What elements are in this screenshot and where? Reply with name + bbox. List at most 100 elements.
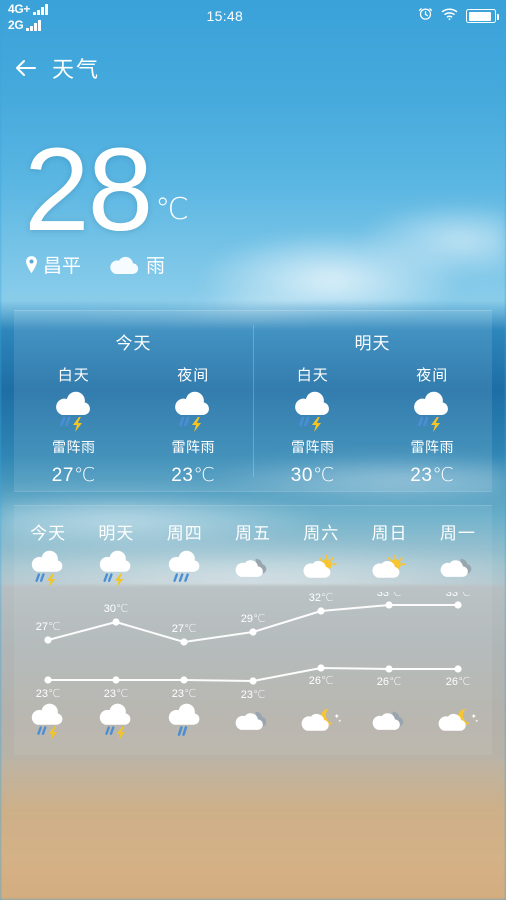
- sim1-status: 4G+: [8, 1, 48, 15]
- forecast-day-5[interactable]: 周日: [355, 506, 423, 590]
- tomorrow-section[interactable]: 明天 白天 雷阵雨 30℃ 夜间 雷阵雨 23℃: [253, 311, 492, 491]
- temperature-chart: 27℃ 30℃ 27℃ 29℃ 32℃ 33℃ 33℃ 23℃ 23℃ 23℃ …: [36, 592, 471, 701]
- chart-label-high-4: 32℃: [309, 592, 334, 604]
- day-label: 周一: [439, 524, 476, 543]
- chart-label-high-2: 27℃: [172, 623, 197, 635]
- thunderstorm-icon: [14, 548, 82, 590]
- wifi-icon: [441, 7, 458, 26]
- cloudy-icon: [219, 548, 287, 590]
- forecast-night-2[interactable]: [151, 698, 219, 746]
- chart-label-high-5: 33℃: [377, 592, 402, 599]
- forecast-day-3[interactable]: 周五: [219, 506, 287, 590]
- forecast-day-0[interactable]: 今天: [14, 506, 82, 590]
- period-condition: 雷阵雨: [410, 439, 454, 455]
- cloudy-icon: [219, 698, 287, 746]
- thunderstorm-icon: [82, 548, 150, 590]
- forecast-night-0[interactable]: [14, 698, 82, 746]
- today-night-column: 夜间 雷阵雨 23℃: [134, 364, 254, 487]
- current-temperature-block: 28 ℃: [0, 124, 506, 256]
- weekly-forecast-card: 今天 明天 周四 周五 周六 周日 周一 27℃ 30℃ 27℃ 29℃ 32℃…: [14, 505, 492, 755]
- thunderstorm-icon: [253, 389, 373, 435]
- back-button[interactable]: [0, 58, 52, 78]
- chart-label-high-0: 27℃: [36, 621, 61, 633]
- forecast-day-6[interactable]: 周一: [424, 506, 492, 590]
- tomorrow-day-column: 白天 雷阵雨 30℃: [253, 364, 373, 487]
- status-bar: 4G+ 2G 15:48: [0, 0, 506, 32]
- period-label: 夜间: [177, 367, 210, 384]
- partly-cloudy-night-icon: [424, 698, 492, 746]
- day-label: 今天: [30, 524, 67, 543]
- period-label: 夜间: [416, 367, 449, 384]
- rain-icon: [151, 698, 219, 746]
- partly-sunny-icon: [355, 548, 423, 590]
- chart-label-high-3: 29℃: [241, 613, 266, 625]
- signal-bars-icon: [33, 4, 48, 15]
- day-label: 周五: [234, 524, 271, 543]
- chart-label-high-6: 33℃: [446, 592, 471, 599]
- sim1-network-label: 4G+: [8, 2, 31, 16]
- period-condition: 雷阵雨: [171, 439, 215, 455]
- rain-icon: [151, 548, 219, 590]
- forecast-day-2[interactable]: 周四: [151, 506, 219, 590]
- status-bar-indicators: [418, 6, 506, 26]
- today-title: 今天: [115, 334, 152, 353]
- cloudy-icon: [424, 548, 492, 590]
- status-bar-clock: 15:48: [206, 8, 244, 24]
- day-label: 周四: [166, 524, 203, 543]
- period-label: 白天: [57, 367, 90, 384]
- signal-bars-icon: [26, 20, 41, 31]
- forecast-night-4[interactable]: [287, 698, 355, 746]
- thunderstorm-icon: [134, 389, 254, 435]
- weekly-day-row: 今天 明天 周四 周五 周六 周日 周一: [14, 506, 492, 590]
- chart-label-low-4: 26℃: [309, 675, 334, 687]
- alarm-icon: [418, 6, 433, 26]
- today-section[interactable]: 今天 白天 雷阵雨 27℃ 夜间 雷阵雨 23℃: [14, 311, 253, 491]
- tomorrow-title: 明天: [354, 334, 391, 353]
- page-title: 天气: [52, 56, 101, 82]
- current-meta: 昌平 雨: [0, 251, 506, 278]
- thunderstorm-icon: [14, 389, 134, 435]
- period-temperature: 30℃: [290, 465, 335, 486]
- partly-cloudy-night-icon: [287, 698, 355, 746]
- period-condition: 雷阵雨: [52, 439, 96, 455]
- background-sand: [0, 760, 506, 900]
- day-label: 周日: [371, 524, 408, 543]
- battery-icon: [466, 9, 499, 23]
- period-temperature: 23℃: [410, 465, 455, 486]
- period-temperature: 27℃: [51, 465, 96, 486]
- chart-label-low-5: 26℃: [377, 676, 402, 688]
- partly-sunny-icon: [287, 548, 355, 590]
- weekly-night-row: [14, 698, 492, 746]
- thunderstorm-icon: [373, 389, 493, 435]
- back-arrow-icon: [0, 58, 52, 78]
- current-condition: 雨: [146, 256, 166, 278]
- forecast-day-1[interactable]: 明天: [82, 506, 150, 590]
- app-header: 天气: [0, 40, 506, 95]
- current-weather: 28 ℃ 昌平 雨: [0, 124, 506, 278]
- day-label: 明天: [98, 524, 135, 543]
- status-bar-signals: 4G+ 2G: [0, 1, 48, 31]
- sim2-network-label: 2G: [8, 18, 24, 32]
- current-location: 昌平: [43, 256, 82, 278]
- location-pin-icon: [24, 255, 39, 275]
- chart-label-low-6: 26℃: [446, 676, 471, 688]
- tomorrow-night-column: 夜间 雷阵雨 23℃: [373, 364, 493, 487]
- period-condition: 雷阵雨: [291, 439, 335, 455]
- thunderstorm-icon: [82, 698, 150, 746]
- sim2-status: 2G: [8, 17, 48, 31]
- thunderstorm-icon: [14, 698, 82, 746]
- forecast-night-5[interactable]: [355, 698, 423, 746]
- current-temperature-value: 28: [24, 124, 153, 256]
- period-label: 白天: [296, 367, 329, 384]
- cloudy-icon: [355, 698, 423, 746]
- period-temperature: 23℃: [171, 465, 216, 486]
- today-day-column: 白天 雷阵雨 27℃: [14, 364, 134, 487]
- chart-label-high-1: 30℃: [104, 603, 129, 615]
- day-label: 周六: [303, 524, 340, 543]
- forecast-night-6[interactable]: [424, 698, 492, 746]
- forecast-night-3[interactable]: [219, 698, 287, 746]
- current-temperature-unit: ℃: [155, 193, 189, 226]
- forecast-night-1[interactable]: [82, 698, 150, 746]
- today-tomorrow-card: 今天 白天 雷阵雨 27℃ 夜间 雷阵雨 23℃ 明天 白天 雷阵雨 30℃ 夜…: [14, 310, 492, 492]
- forecast-day-4[interactable]: 周六: [287, 506, 355, 590]
